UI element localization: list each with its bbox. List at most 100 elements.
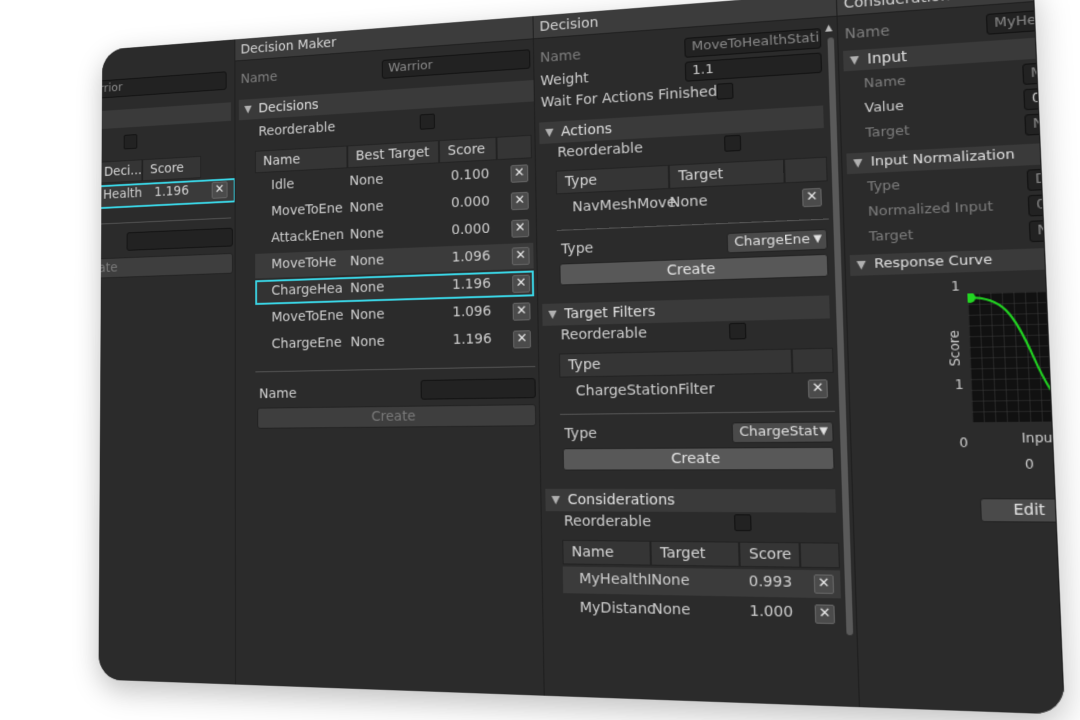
target-filters-header-label: Target Filters	[564, 303, 656, 323]
remove-icon[interactable]: ✕	[510, 164, 529, 183]
target-field[interactable]: N	[1024, 112, 1060, 136]
filter-row[interactable]: ChargeStationFilter ✕	[559, 375, 834, 406]
row-score: 1.196	[154, 183, 189, 200]
column-score[interactable]: Score	[142, 155, 202, 182]
column-type[interactable]: Type	[555, 164, 670, 195]
edit-curve-button[interactable]: Edit	[979, 498, 1066, 523]
column-target[interactable]: Target	[668, 158, 785, 189]
remove-icon[interactable]: ✕	[211, 181, 228, 199]
row-target: None	[350, 333, 385, 351]
decisions-header[interactable]: ▼ Decisions	[238, 79, 535, 121]
row-target: None	[651, 571, 690, 590]
row-target: None	[349, 172, 384, 190]
expand-triangle-icon: ▼	[244, 102, 252, 116]
column-name[interactable]: Name	[562, 539, 651, 566]
action-type-dropdown[interactable]: ChargeEne ▼	[726, 228, 828, 254]
agent-name-field[interactable]: Warrior	[98, 71, 227, 101]
decision-maker-panel: Decision Maker Name Warrior ▼ Decisions R…	[235, 16, 545, 696]
name-field[interactable]: MyHea	[985, 8, 1056, 35]
column-name[interactable]: Name	[254, 145, 348, 174]
weight-field[interactable]: 1.1	[684, 52, 823, 82]
row-name: ChargeEne	[271, 334, 342, 353]
response-curve-graph[interactable]	[967, 290, 1066, 423]
row-name: MoveToHe	[271, 254, 337, 273]
remove-icon[interactable]: ✕	[511, 219, 530, 238]
row-score: 1.096	[451, 248, 491, 266]
type-label: Type	[866, 177, 901, 196]
remove-icon[interactable]: ✕	[510, 191, 529, 211]
name-label: Name	[240, 69, 278, 87]
consideration-row[interactable]: MyDistanc None 1.000 ✕	[563, 595, 842, 628]
considerations-header-label: Considerations	[567, 491, 676, 509]
row-score: 0.000	[450, 193, 490, 212]
column-score[interactable]: Score	[739, 541, 801, 568]
scroll-up-icon[interactable]: ▲	[825, 23, 833, 34]
norm-target-value: N	[1036, 222, 1050, 239]
create-filter-button[interactable]: Create	[562, 446, 835, 471]
curve-x-start-label: 0	[1024, 456, 1035, 473]
row-target: None	[651, 601, 691, 619]
selected-decision-row[interactable]: Health 1.196 ✕	[98, 178, 236, 210]
considerations-reorderable-checkbox[interactable]	[734, 514, 752, 532]
type-label: Type	[560, 240, 594, 258]
row-target: None	[350, 306, 385, 324]
column-decision[interactable]: Deci...	[98, 159, 143, 184]
reorderable-checkbox[interactable]	[123, 134, 138, 150]
create-button[interactable]: ate	[98, 252, 233, 279]
remove-icon[interactable]: ✕	[511, 246, 530, 266]
consideration-panel: Consideration Name MyHea ▼Input Name M V…	[836, 0, 1066, 715]
wait-checkbox[interactable]	[716, 82, 734, 100]
remove-icon[interactable]: ✕	[801, 187, 822, 208]
remove-icon[interactable]: ✕	[512, 330, 532, 349]
graph-grid	[967, 290, 1066, 423]
remove-icon[interactable]: ✕	[814, 604, 836, 625]
new-decision-name-field[interactable]	[420, 378, 536, 400]
agent-panel: Warrior Deci... Score Health 1.196 ✕ ate	[98, 39, 236, 685]
divider	[255, 366, 536, 373]
actions-header[interactable]: ▼ Actions	[539, 105, 824, 145]
consideration-row[interactable]: MyHealthI None 0.993 ✕	[562, 566, 841, 599]
row-name: Idle	[271, 176, 295, 194]
norm-target-field[interactable]: N	[1028, 219, 1065, 243]
row-target: None	[350, 279, 385, 297]
row-name: MyDistanc	[579, 599, 656, 618]
expand-triangle-icon: ▼	[849, 52, 860, 67]
row-score: 1.096	[452, 303, 492, 321]
row-target: None	[349, 225, 384, 243]
actions-header-label: Actions	[560, 121, 613, 140]
new-decision-field[interactable]	[126, 227, 233, 251]
row-name: MyHealthI	[579, 570, 652, 589]
row-name: Health	[103, 185, 143, 203]
table-row[interactable]: ChargeEne None 1.196 ✕	[255, 326, 535, 358]
remove-icon[interactable]: ✕	[512, 274, 531, 293]
target-filters-header[interactable]: ▼ Target Filters	[542, 295, 830, 326]
normalized-input-field[interactable]: 0	[1027, 193, 1064, 217]
reorderable-checkbox[interactable]	[419, 113, 435, 130]
name-value: Warrior	[388, 58, 433, 76]
column-type[interactable]: Type	[558, 348, 793, 378]
remove-icon[interactable]: ✕	[807, 379, 828, 399]
actions-reorderable-checkbox[interactable]	[724, 134, 742, 152]
name-field[interactable]: Warrior	[381, 49, 531, 79]
row-score: 1.196	[451, 275, 491, 293]
remove-icon[interactable]: ✕	[512, 302, 531, 321]
divider	[556, 218, 829, 231]
filters-reorderable-checkbox[interactable]	[728, 322, 747, 340]
filter-type-dropdown[interactable]: ChargeStat ▼	[731, 421, 834, 444]
expand-triangle-icon: ▼	[856, 257, 867, 272]
create-action-button[interactable]: Create	[559, 253, 829, 286]
response-curve-header[interactable]: ▼ Response Curve	[849, 247, 1066, 276]
considerations-header[interactable]: ▼ Considerations	[545, 488, 836, 513]
type-field[interactable]: D	[1026, 167, 1063, 191]
create-decision-button[interactable]: Create	[257, 404, 537, 429]
row-score: 1.196	[452, 331, 492, 348]
column-actions	[496, 134, 532, 161]
curve-y-bottom-label: 0	[959, 435, 969, 451]
remove-icon[interactable]: ✕	[813, 574, 835, 594]
column-target[interactable]: Target	[650, 540, 740, 567]
value-field[interactable]: 0	[1023, 87, 1059, 111]
column-score[interactable]: Score	[438, 136, 497, 164]
column-best-target[interactable]: Best Target	[347, 140, 440, 169]
input-name-field[interactable]: M	[1022, 61, 1058, 85]
value-value: 0	[1031, 90, 1042, 107]
